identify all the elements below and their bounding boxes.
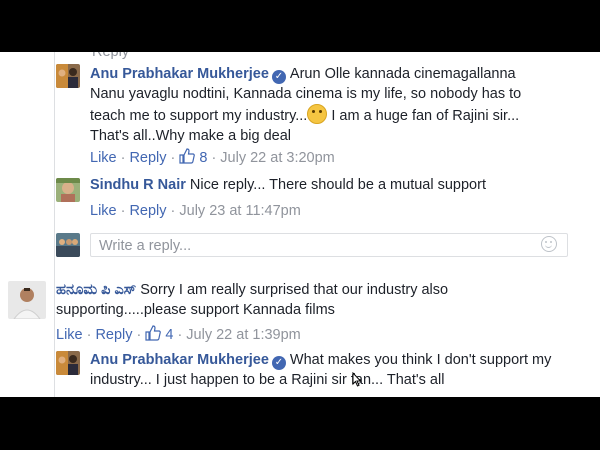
comment-anu-2: Anu Prabhakar Mukherjee ✓ What makes you t… (90, 351, 565, 390)
author-name[interactable]: Anu Prabhakar Mukherjee (90, 352, 269, 368)
comment-line: I am a huge fan of Rajini sir... (331, 108, 520, 124)
emoji-picker-icon[interactable] (541, 236, 557, 252)
comment-sindhu: Sindhu R Nair Nice reply... There should… (90, 176, 560, 196)
comment-line: Arun Olle kannada cinemagallanna (289, 66, 516, 82)
mouse-cursor-icon (352, 372, 362, 387)
comment-line: Sorry I am really surprised that our ind… (140, 282, 449, 298)
thumbs-up-icon (145, 325, 162, 341)
avatar-image (56, 351, 80, 375)
comment-line: Nanu yavaglu nodtini, Kannada cinema is … (90, 85, 522, 102)
comment-body: Nice reply... There should be a mutual s… (189, 177, 486, 193)
verified-badge-icon: ✓ (271, 70, 286, 84)
author-name[interactable]: ಹನೂಮ ಪಿ ಎಸ್ (56, 282, 136, 298)
current-user-avatar (56, 233, 80, 257)
reply-input[interactable] (97, 236, 521, 256)
comment-line: industry... I just happen to be a Rajini… (90, 371, 445, 388)
actions-row: Like · Reply · July 23 at 11:47pm (90, 203, 301, 219)
avatar-image (8, 281, 46, 319)
clipped-reply-link[interactable]: Reply (92, 52, 129, 60)
avatar-image (56, 178, 80, 202)
avatar-anu-1[interactable] (56, 64, 80, 88)
reply-box (90, 233, 568, 257)
verified-badge-icon: ✓ (271, 356, 286, 370)
author-name[interactable]: Anu Prabhakar Mukherjee (90, 66, 269, 82)
like-link[interactable]: Like (90, 150, 117, 166)
author-name[interactable]: Sindhu R Nair (90, 177, 186, 193)
avatar-hanuma[interactable] (8, 281, 46, 319)
thumbs-up-icon (179, 148, 196, 164)
reaction-count[interactable]: 4 (145, 325, 174, 343)
smiley-emoji-icon (307, 104, 328, 124)
comment-line: supporting.....please support Kannada fi… (56, 301, 335, 318)
avatar-image (56, 64, 80, 88)
reply-thread-line (54, 52, 55, 397)
avatar-anu-2[interactable] (56, 351, 80, 375)
like-link[interactable]: Like (90, 203, 117, 219)
video-frame: Reply Anu Prabhakar Mukherjee ✓ Arun Olle … (0, 0, 600, 450)
timestamp[interactable]: July 22 at 1:39pm (186, 327, 300, 343)
clipped-actions-row: Reply (92, 52, 129, 60)
likes-count: 8 (199, 150, 208, 166)
comment-anu-1: Anu Prabhakar Mukherjee ✓ Arun Olle kannad… (90, 65, 560, 146)
like-link[interactable]: Like (56, 327, 83, 343)
comment-line: teach me to support my industry... (90, 108, 308, 124)
timestamp[interactable]: July 22 at 3:20pm (220, 150, 334, 166)
likes-count: 4 (165, 327, 174, 343)
comment-line: What makes you think I don't support my (289, 352, 552, 368)
reply-link[interactable]: Reply (129, 203, 166, 219)
comment-line: That's all..Why make a big deal (90, 127, 292, 144)
reply-link[interactable]: Reply (95, 327, 132, 343)
comment-hanuma: ಹನೂಮ ಪಿ ಎಸ್ Sorry I am really surprised … (56, 281, 576, 320)
actions-row: Like · Reply · 4 · July 22 at 1:39pm (56, 325, 301, 343)
reply-link[interactable]: Reply (129, 150, 166, 166)
reaction-count[interactable]: 8 (179, 148, 208, 166)
timestamp[interactable]: July 23 at 11:47pm (179, 203, 300, 219)
avatar-image (56, 233, 80, 257)
actions-row: Like · Reply · 8 · July 22 at 3:20pm (90, 148, 335, 166)
avatar-sindhu[interactable] (56, 178, 80, 202)
comment-thread: Reply Anu Prabhakar Mukherjee ✓ Arun Olle … (0, 52, 600, 397)
